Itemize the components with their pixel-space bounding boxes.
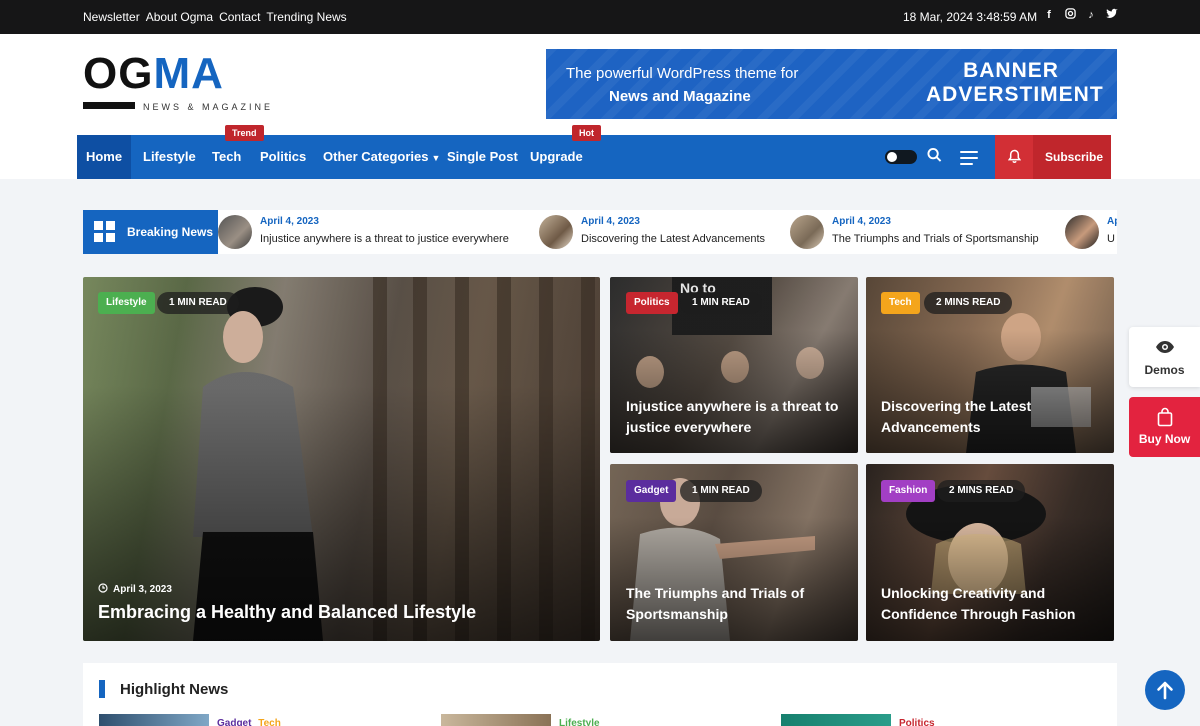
nav-politics[interactable]: Politics: [260, 135, 306, 179]
breaking-thumbnail: [218, 215, 252, 249]
scroll-to-top-button[interactable]: [1145, 670, 1185, 710]
read-time-badge: 1 MIN READ: [157, 292, 239, 314]
highlight-thumbnail: [781, 714, 891, 726]
contact-link[interactable]: Contact: [219, 10, 260, 24]
logo-tagline: NEWS & MAGAZINE: [143, 102, 274, 112]
post-date: April 3, 2023: [98, 583, 172, 596]
read-time-badge: 1 MIN READ: [680, 480, 762, 502]
instagram-icon[interactable]: [1064, 8, 1076, 22]
feature-card[interactable]: Tech 2 MINS READ Discovering the Latest …: [866, 277, 1114, 453]
search-icon[interactable]: [927, 147, 943, 165]
nav-other-categories[interactable]: Other Categories ▼: [323, 135, 440, 179]
main-navigation: Home Lifestyle Tech Trend Politics Other…: [77, 125, 1111, 179]
nav-upgrade[interactable]: Upgrade: [530, 135, 583, 179]
breaking-thumbnail: [539, 215, 573, 249]
facebook-icon[interactable]: f: [1043, 8, 1055, 22]
banner-line-2: News and Magazine: [609, 88, 751, 105]
hot-badge: Hot: [572, 125, 601, 141]
highlight-thumbnail: [441, 714, 551, 726]
feature-card-main[interactable]: Lifestyle 1 MIN READ April 3, 2023 Embra…: [83, 277, 600, 641]
newsletter-link[interactable]: Newsletter: [83, 10, 140, 24]
buy-now-button[interactable]: Buy Now: [1129, 397, 1200, 457]
breaking-news-bar: Breaking News April 4, 2023 Injustice an…: [83, 210, 1117, 254]
read-time-badge: 2 MINS READ: [924, 292, 1013, 314]
bell-icon: [1007, 149, 1022, 164]
category-badge[interactable]: Politics: [626, 292, 678, 314]
post-title[interactable]: The Triumphs and Trials of Sportsmanship: [626, 583, 851, 625]
shopping-bag-icon: [1157, 407, 1173, 432]
current-datetime: 18 Mar, 2024 3:48:59 AM: [903, 10, 1038, 24]
category-badge[interactable]: Fashion: [881, 480, 936, 502]
tiktok-icon[interactable]: ♪: [1085, 8, 1097, 22]
highlight-news-section: Highlight News Gadget Tech Lifestyle Pol…: [83, 663, 1117, 726]
feature-card[interactable]: Fashion 2 MINS READ Unlocking Creativity…: [866, 464, 1114, 641]
social-links: f ♪: [1043, 8, 1118, 22]
banner-heading: BANNER ADVERSTIMENT: [926, 59, 1104, 106]
nav-tech[interactable]: Tech: [212, 135, 241, 179]
site-logo[interactable]: O G MA NEWS & MAGAZINE: [83, 52, 283, 118]
post-title[interactable]: Injustice anywhere is a threat to justic…: [626, 396, 851, 438]
breaking-thumbnail: [790, 215, 824, 249]
chevron-down-icon: ▼: [431, 153, 441, 163]
nav-home[interactable]: Home: [77, 135, 131, 179]
top-bar: Newsletter About Ogma Contact Trending N…: [0, 0, 1200, 34]
post-title[interactable]: Unlocking Creativity and Confidence Thro…: [881, 583, 1106, 625]
logo-bar: [83, 102, 135, 109]
breaking-thumbnail: [1065, 215, 1099, 249]
demos-button[interactable]: Demos: [1129, 327, 1200, 387]
logo-wordmark: O G MA: [83, 49, 224, 98]
feature-card[interactable]: No to Politics 1 MIN READ Injustice anyw…: [610, 277, 858, 453]
category-badge[interactable]: Tech: [881, 292, 920, 314]
nav-single-post[interactable]: Single Post: [447, 135, 518, 179]
feature-card[interactable]: Gadget 1 MIN READ The Triumphs and Trial…: [610, 464, 858, 641]
read-time-badge: 2 MINS READ: [937, 480, 1026, 502]
post-title[interactable]: Discovering the Latest Advancements: [881, 396, 1106, 438]
category-badge[interactable]: Lifestyle: [98, 292, 155, 314]
nav-lifestyle[interactable]: Lifestyle: [143, 135, 196, 179]
highlight-thumbnail: [99, 714, 209, 726]
banner-advertisement[interactable]: The powerful WordPress theme for News an…: [546, 49, 1117, 119]
banner-line-1: The powerful WordPress theme for: [566, 65, 799, 82]
read-time-badge: 1 MIN READ: [680, 292, 762, 314]
menu-icon[interactable]: [960, 151, 978, 165]
subscribe-button[interactable]: Subscribe: [995, 135, 1111, 179]
clock-icon: [98, 583, 108, 596]
eye-icon: [1155, 340, 1175, 359]
trend-badge: Trend: [225, 125, 264, 141]
post-title[interactable]: Embracing a Healthy and Balanced Lifesty…: [98, 600, 578, 624]
section-title: Highlight News: [120, 681, 229, 698]
category-badge[interactable]: Gadget: [626, 480, 677, 502]
twitter-icon[interactable]: [1106, 8, 1118, 22]
dark-mode-toggle[interactable]: [885, 150, 917, 164]
trending-news-link[interactable]: Trending News: [266, 10, 346, 24]
breaking-news-label: Breaking News: [83, 210, 218, 254]
grid-icon: [94, 221, 116, 243]
about-link[interactable]: About Ogma: [146, 10, 213, 24]
arrow-up-icon: [1156, 680, 1174, 705]
top-links: Newsletter About Ogma Contact Trending N…: [83, 10, 347, 24]
